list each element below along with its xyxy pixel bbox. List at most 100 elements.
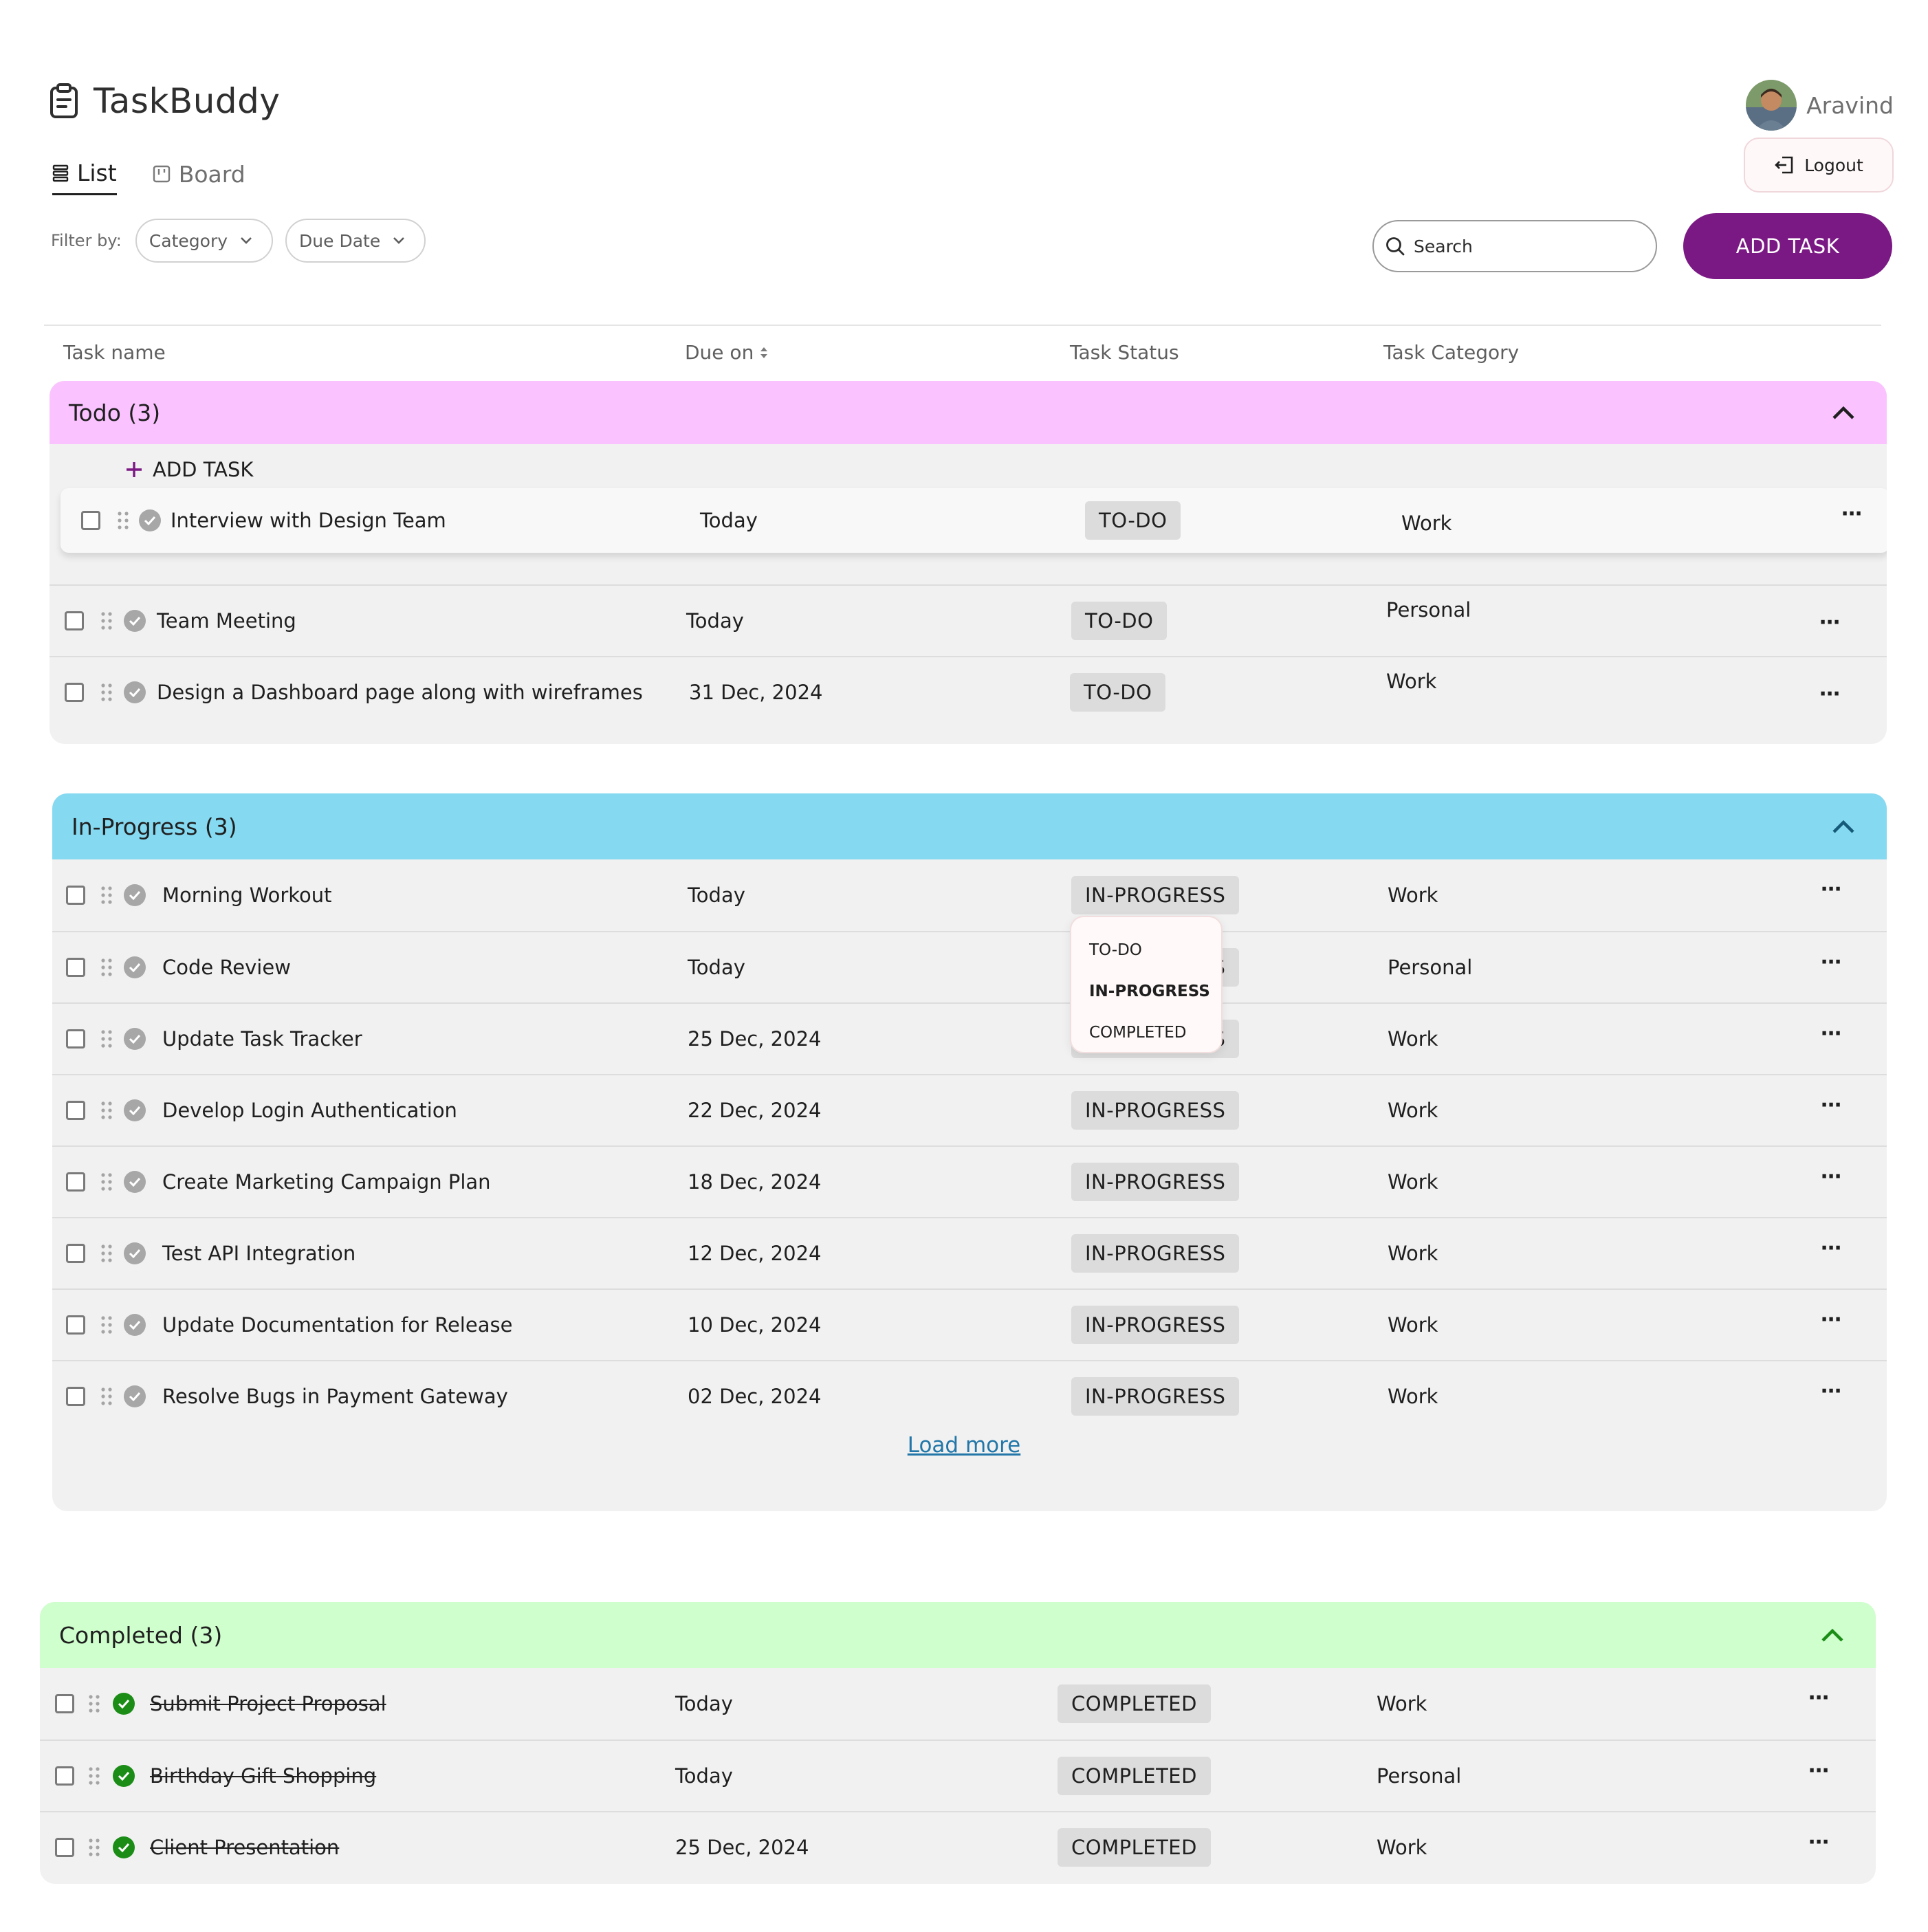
table-row[interactable]: Develop Login Authentication 22 Dec, 2024… xyxy=(52,1074,1887,1145)
table-row[interactable]: Test API Integration 12 Dec, 2024 IN-PROGR… xyxy=(52,1217,1887,1288)
drag-handle-icon[interactable] xyxy=(88,1838,100,1857)
task-status[interactable]: IN-PROGRESS xyxy=(1071,1306,1240,1344)
table-row[interactable]: Code ReviewTodayIN-PROGRESSPersonal⋯ xyxy=(52,931,1887,1002)
task-status[interactable]: IN-PROGRESS xyxy=(1071,876,1240,914)
task-checkbox[interactable] xyxy=(66,1172,85,1192)
more-icon[interactable]: ⋯ xyxy=(1821,1022,1841,1046)
drag-handle-icon[interactable] xyxy=(100,1029,113,1049)
task-checkbox[interactable] xyxy=(66,958,85,977)
status-badge[interactable]: IN-PROGRESS xyxy=(1071,1234,1240,1273)
table-row[interactable]: Design a Dashboard page along with wiref… xyxy=(50,656,1887,727)
task-name[interactable]: Submit Project Proposal xyxy=(150,1692,386,1715)
load-more-link[interactable]: Load more xyxy=(908,1433,1021,1458)
more-icon[interactable]: ⋯ xyxy=(1808,1759,1829,1783)
more-icon[interactable]: ⋯ xyxy=(1821,1165,1841,1189)
task-name[interactable]: Client Presentation xyxy=(150,1836,339,1859)
check-circle-icon[interactable] xyxy=(113,1765,135,1787)
task-checkbox[interactable] xyxy=(65,611,84,630)
task-status[interactable]: COMPLETED xyxy=(1058,1684,1211,1723)
status-badge[interactable]: TO-DO xyxy=(1085,501,1181,540)
status-badge[interactable]: IN-PROGRESS xyxy=(1071,1163,1240,1201)
due-date-filter[interactable]: Due Date xyxy=(285,219,426,263)
table-row[interactable]: Birthday Gift Shopping Today COMPLETED Pers… xyxy=(40,1739,1876,1811)
status-option-completed[interactable]: COMPLETED xyxy=(1071,1012,1221,1053)
check-circle-icon[interactable] xyxy=(113,1693,135,1715)
drag-handle-icon[interactable] xyxy=(117,511,129,530)
completed-section-header[interactable]: Completed (3) xyxy=(40,1602,1876,1668)
drag-handle-icon[interactable] xyxy=(100,683,113,702)
status-option-todo[interactable]: TO-DO xyxy=(1071,930,1221,971)
task-status[interactable]: TO-DO xyxy=(1085,501,1181,540)
more-icon[interactable]: ⋯ xyxy=(1821,1379,1841,1403)
task-checkbox[interactable] xyxy=(66,1315,85,1335)
status-badge[interactable]: IN-PROGRESS xyxy=(1071,876,1240,914)
table-row[interactable]: Team Meeting Today TO-DO Personal ⋯ xyxy=(50,584,1887,656)
task-name[interactable]: Create Marketing Campaign Plan xyxy=(162,1170,491,1194)
task-status[interactable]: IN-PROGRESS xyxy=(1071,1377,1240,1416)
more-icon[interactable]: ⋯ xyxy=(1808,1686,1829,1710)
task-status[interactable]: TO-DO xyxy=(1071,602,1168,640)
task-name[interactable]: Test API Integration xyxy=(162,1242,355,1265)
drag-handle-icon[interactable] xyxy=(100,886,113,905)
table-row[interactable]: Update Documentation for Release 10 Dec, … xyxy=(52,1288,1887,1360)
add-task-button[interactable]: ADD TASK xyxy=(1683,213,1892,279)
search-input[interactable] xyxy=(1414,236,1641,256)
more-icon[interactable]: ⋯ xyxy=(1819,611,1840,635)
more-icon[interactable]: ⋯ xyxy=(1821,950,1841,974)
more-icon[interactable]: ⋯ xyxy=(1821,1236,1841,1260)
more-icon[interactable]: ⋯ xyxy=(1841,502,1862,526)
status-badge[interactable]: COMPLETED xyxy=(1058,1828,1211,1867)
drag-handle-icon[interactable] xyxy=(100,1101,113,1120)
status-badge[interactable]: IN-PROGRESS xyxy=(1071,1091,1240,1130)
task-name[interactable]: Interview with Design Team xyxy=(171,509,446,532)
drag-handle-icon[interactable] xyxy=(100,1244,113,1263)
drag-handle-icon[interactable] xyxy=(100,1387,113,1406)
task-name[interactable]: Team Meeting xyxy=(157,609,296,633)
check-circle-icon[interactable] xyxy=(113,1836,135,1858)
task-name[interactable]: Design a Dashboard page along with wiref… xyxy=(157,681,643,704)
task-checkbox[interactable] xyxy=(66,1029,85,1049)
drag-handle-icon[interactable] xyxy=(88,1694,100,1713)
task-status[interactable]: IN-PROGRESS xyxy=(1071,1091,1240,1130)
check-circle-icon[interactable] xyxy=(124,1314,146,1336)
check-circle-icon[interactable] xyxy=(124,956,146,978)
more-icon[interactable]: ⋯ xyxy=(1821,1093,1841,1117)
table-row[interactable]: Morning Workout Today IN-PROGRESS Work ⋯ xyxy=(52,859,1887,931)
check-circle-icon[interactable] xyxy=(139,509,161,531)
check-circle-icon[interactable] xyxy=(124,610,146,632)
task-checkbox[interactable] xyxy=(66,1387,85,1406)
chevron-up-icon[interactable] xyxy=(1832,819,1855,834)
task-name[interactable]: Develop Login Authentication xyxy=(162,1099,457,1122)
task-name[interactable]: Morning Workout xyxy=(162,883,332,907)
check-circle-icon[interactable] xyxy=(124,1099,146,1121)
task-status[interactable]: COMPLETED xyxy=(1058,1757,1211,1795)
status-badge[interactable]: TO-DO xyxy=(1071,602,1168,640)
todo-add-task[interactable]: ADD TASK xyxy=(50,444,1887,495)
task-status[interactable]: COMPLETED xyxy=(1058,1828,1211,1867)
more-icon[interactable]: ⋯ xyxy=(1821,1308,1841,1332)
table-row[interactable]: Submit Project Proposal Today COMPLETED Wor… xyxy=(40,1668,1876,1739)
more-icon[interactable]: ⋯ xyxy=(1808,1830,1829,1854)
chevron-up-icon[interactable] xyxy=(1832,405,1855,420)
more-icon[interactable]: ⋯ xyxy=(1821,877,1841,901)
todo-section-header[interactable]: Todo (3) xyxy=(50,381,1887,444)
task-checkbox[interactable] xyxy=(55,1766,74,1786)
table-row[interactable]: Client Presentation 25 Dec, 2024 COMPLETED… xyxy=(40,1811,1876,1882)
status-option-inprogress[interactable]: IN-PROGRESS xyxy=(1071,971,1221,1012)
drag-handle-icon[interactable] xyxy=(100,611,113,630)
check-circle-icon[interactable] xyxy=(124,1242,146,1264)
task-status[interactable]: TO-DO xyxy=(1070,673,1166,712)
task-name[interactable]: Birthday Gift Shopping xyxy=(150,1764,376,1788)
check-circle-icon[interactable] xyxy=(124,681,146,703)
table-row[interactable]: Create Marketing Campaign Plan 18 Dec, 20… xyxy=(52,1145,1887,1217)
task-checkbox[interactable] xyxy=(55,1838,74,1857)
drag-handle-icon[interactable] xyxy=(100,1315,113,1335)
status-badge[interactable]: IN-PROGRESS xyxy=(1071,1377,1240,1416)
inprogress-section-header[interactable]: In-Progress (3) xyxy=(52,793,1887,859)
task-checkbox[interactable] xyxy=(65,683,84,702)
tab-board[interactable]: Board xyxy=(153,160,245,195)
status-badge[interactable]: IN-PROGRESS xyxy=(1071,1306,1240,1344)
task-checkbox[interactable] xyxy=(55,1694,74,1713)
category-filter[interactable]: Category xyxy=(135,219,274,263)
task-checkbox[interactable] xyxy=(81,511,100,530)
